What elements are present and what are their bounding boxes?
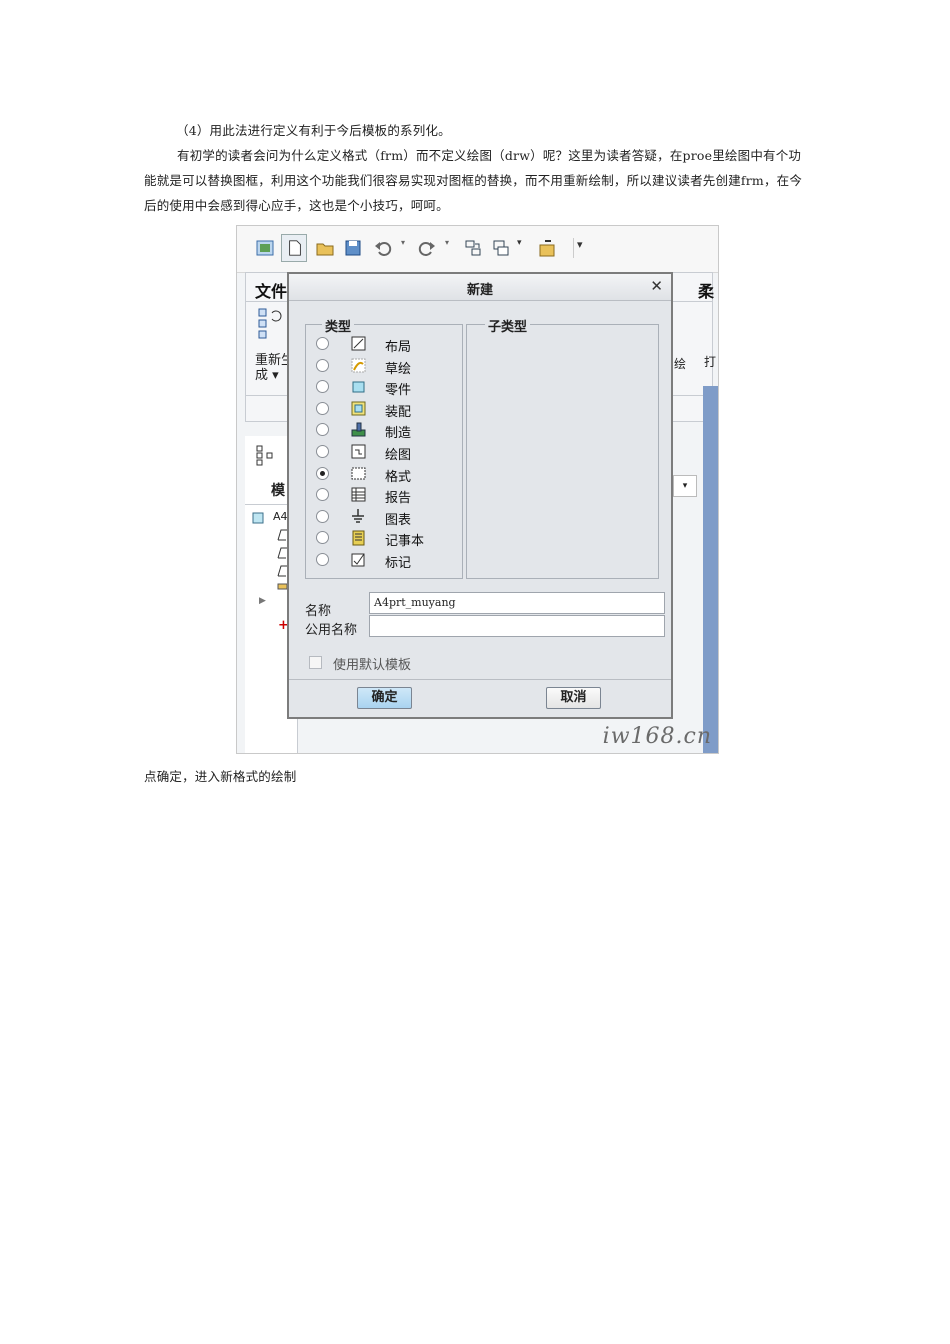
new-file-icon (289, 240, 301, 256)
type-radio[interactable] (316, 423, 329, 437)
undo-dropdown-icon[interactable]: ▾ (401, 238, 409, 258)
type-label: 格式 (385, 469, 412, 485)
type-label: 零件 (385, 383, 412, 399)
part-tree-icon (252, 512, 264, 524)
type-label: 制造 (385, 426, 412, 442)
save-icon[interactable] (343, 238, 363, 258)
type-label: 装配 (385, 404, 412, 420)
watermark: iw168.cn (602, 724, 712, 749)
type-group-label: 类型 (322, 316, 355, 335)
paragraph-explanation: 有初学的读者会问为什么定义格式（frm）而不定义绘图（drw）呢？这里为读者答疑… (144, 148, 803, 213)
type-option[interactable]: 记事本 (316, 528, 466, 549)
type-option[interactable]: 草绘 (316, 356, 466, 377)
tree-header: 模 (271, 483, 285, 499)
sketch-icon (351, 358, 366, 373)
type-label: 记事本 (385, 534, 425, 550)
drawing-icon (351, 444, 366, 459)
tree-dropdown-icon[interactable]: ▾ (673, 475, 697, 497)
expand-arrow-icon[interactable]: ▶ (259, 596, 266, 606)
regenerate-icon[interactable] (463, 238, 483, 258)
windows-dropdown-icon[interactable]: ▾ (517, 238, 525, 258)
type-radio[interactable] (316, 337, 329, 350)
type-radio[interactable] (316, 466, 329, 480)
type-option[interactable]: 绘图 (316, 442, 466, 463)
type-radio[interactable] (316, 509, 329, 523)
type-label: 图表 (385, 512, 412, 528)
cancel-button[interactable]: 取消 (546, 687, 601, 709)
model-tree-icon[interactable] (255, 444, 277, 466)
tab-file[interactable]: 文件 (255, 278, 287, 302)
right-ribbon-label: 绘 (674, 357, 687, 371)
dialog-title-bar[interactable]: 新建 ✕ (289, 274, 671, 301)
paragraph-intro: （4）用此法进行定义有利于今后模板的系列化。 (176, 123, 451, 138)
subtype-group: 子类型 (466, 316, 659, 579)
part-icon (352, 381, 365, 393)
use-default-template-checkbox[interactable] (309, 656, 322, 669)
type-radio[interactable] (316, 358, 329, 372)
type-group: 类型 布局草绘零件装配制造绘图格式报告图表记事本标记 (305, 316, 466, 579)
report-icon (351, 487, 366, 502)
type-label: 草绘 (385, 361, 412, 377)
quick-access-toolbar: ▾ ▾ ▾ ▾ (237, 226, 718, 273)
customize-toolbar-icon[interactable]: ▾ (573, 238, 583, 258)
type-radio[interactable] (316, 553, 329, 566)
type-label: 布局 (385, 340, 412, 355)
format-icon (351, 467, 366, 480)
windows-icon[interactable] (491, 238, 511, 258)
assembly-icon (351, 401, 366, 416)
tree-item[interactable]: A4 (273, 510, 288, 523)
new-file-dialog: 新建 ✕ 类型 布局草绘零件装配制造绘图格式报告图表记事本标记 子类型 名称 A… (287, 272, 673, 719)
redo-dropdown-icon[interactable]: ▾ (445, 238, 453, 258)
name-label: 名称 (305, 604, 332, 619)
ok-button[interactable]: 确定 (357, 687, 412, 709)
embedded-screenshot: ▾ ▾ ▾ ▾ 文件 柔 重新生 成 ▾ 绘 打 模 A4 ▶ + ▾ iw16… (236, 225, 719, 754)
tab-right-cut[interactable]: 柔 (698, 278, 714, 302)
close-icon[interactable]: ✕ (650, 277, 663, 295)
redo-icon[interactable] (417, 238, 437, 258)
type-label: 绘图 (385, 448, 412, 463)
common-name-field[interactable] (369, 615, 665, 637)
type-radio[interactable] (316, 401, 329, 415)
type-radio[interactable] (316, 488, 329, 502)
name-field[interactable]: A4prt_muyang (369, 592, 665, 614)
type-label: 标记 (385, 556, 412, 571)
open-folder-icon[interactable] (315, 238, 335, 258)
type-label: 报告 (385, 491, 412, 507)
type-option[interactable]: 图表 (316, 507, 466, 528)
undo-icon[interactable] (373, 238, 393, 258)
markup-icon (351, 553, 365, 567)
type-option[interactable]: 布局 (316, 334, 466, 355)
common-name-label: 公用名称 (305, 623, 358, 638)
type-radio[interactable] (316, 531, 329, 545)
notebook-icon (352, 530, 365, 546)
type-radio[interactable] (316, 380, 329, 394)
type-option[interactable]: 格式 (316, 464, 466, 485)
subtype-group-label: 子类型 (485, 316, 531, 335)
close-window-icon[interactable] (537, 238, 557, 258)
paragraph-conclusion: 点确定，进入新格式的绘制 (144, 769, 297, 784)
type-option[interactable]: 装配 (316, 399, 466, 420)
type-option[interactable]: 制造 (316, 420, 466, 441)
manufacturing-icon (351, 422, 366, 437)
regenerate-ribbon-icon[interactable] (258, 307, 286, 345)
type-option[interactable]: 标记 (316, 550, 466, 571)
window-icon[interactable] (255, 238, 275, 258)
type-option[interactable]: 报告 (316, 485, 466, 506)
right-ribbon-label-2: 打 (704, 355, 717, 369)
graphics-area-edge (703, 386, 718, 753)
dialog-title: 新建 (466, 283, 493, 298)
layout-icon (351, 336, 366, 351)
diagram-icon (352, 508, 364, 523)
use-default-template-label: 使用默认模板 (333, 658, 412, 673)
type-radio[interactable] (316, 445, 329, 458)
new-file-button[interactable] (281, 234, 307, 262)
type-option[interactable]: 零件 (316, 377, 466, 398)
